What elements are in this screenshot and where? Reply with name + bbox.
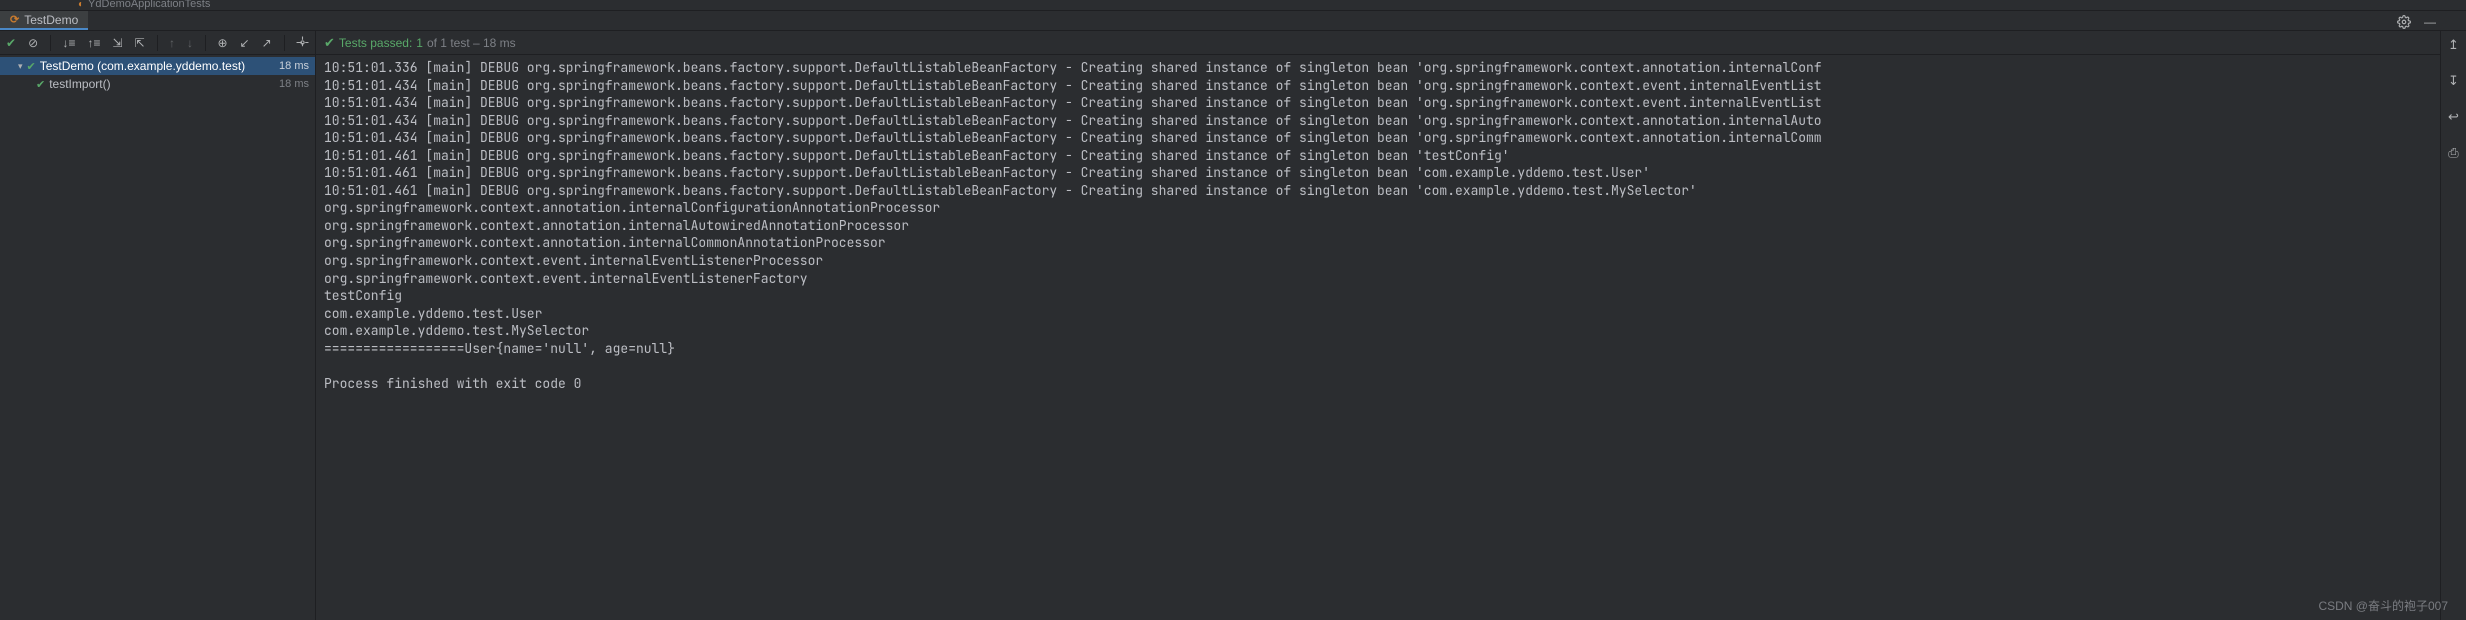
scroll-up-icon[interactable]: ↥ xyxy=(2448,37,2459,53)
chevron-down-icon: ▾ xyxy=(18,61,23,72)
console-output[interactable]: 10:51:01.336 [main] DEBUG org.springfram… xyxy=(316,55,2466,620)
next-icon[interactable]: ↓ xyxy=(187,35,193,51)
status-count: 1 xyxy=(416,36,423,50)
tool-tab-testdemo[interactable]: ⟳ TestDemo xyxy=(0,11,88,30)
soft-wrap-icon[interactable]: ↩ xyxy=(2448,109,2459,125)
show-passed-icon[interactable]: ✔ xyxy=(6,35,16,51)
test-tree: ▾ ✔ TestDemo (com.example.yddemo.test) 1… xyxy=(0,55,315,620)
watermark: CSDN @奋斗的袍子007 xyxy=(2318,597,2448,614)
editor-top-tab-bar: ◐ YdDemoApplicationTests xyxy=(0,0,2466,11)
console-header: ✔ Tests passed: 1 of 1 test – 18 ms xyxy=(316,31,2466,55)
settings-icon[interactable] xyxy=(296,35,309,51)
test-tree-panel: ✔ ⊘ ↓≡ ↑≡ ⇲ ⇱ ↑ ↓ ⊕ ↙ ↗ ▾ ✔ TestD xyxy=(0,31,316,620)
editor-top-tab[interactable]: ◐ YdDemoApplicationTests xyxy=(70,0,218,10)
collapse-all-icon[interactable]: ⇱ xyxy=(135,35,145,51)
prev-icon[interactable]: ↑ xyxy=(169,35,175,51)
check-icon: ✔ xyxy=(324,35,335,51)
test-class-label: TestDemo (com.example.yddemo.test) xyxy=(40,59,245,73)
sort-down-icon[interactable]: ↓≡ xyxy=(63,35,76,51)
sort-up-icon[interactable]: ↑≡ xyxy=(88,35,101,51)
top-tab-label: YdDemoApplicationTests xyxy=(88,0,210,10)
test-method-time: 18 ms xyxy=(279,78,309,90)
status-rest: of 1 test – 18 ms xyxy=(427,36,516,50)
test-toolbar: ✔ ⊘ ↓≡ ↑≡ ⇲ ⇱ ↑ ↓ ⊕ ↙ ↗ xyxy=(0,31,315,55)
minimize-icon[interactable]: — xyxy=(2422,14,2438,30)
check-icon: ✔ xyxy=(36,78,45,91)
tool-tab-label: TestDemo xyxy=(24,13,78,27)
test-method-row[interactable]: ✔ testImport() 18 ms xyxy=(0,75,315,93)
test-method-label: testImport() xyxy=(49,77,110,91)
tool-tab-bar: ⟳ TestDemo xyxy=(0,11,2466,31)
class-icon: ◐ xyxy=(78,0,84,10)
import-icon[interactable]: ↙ xyxy=(240,35,250,51)
run-tab-icon: ⟳ xyxy=(10,13,19,26)
export-icon[interactable]: ↗ xyxy=(262,35,272,51)
check-icon: ✔ xyxy=(27,60,36,73)
test-class-row[interactable]: ▾ ✔ TestDemo (com.example.yddemo.test) 1… xyxy=(0,57,315,75)
print-icon[interactable]: ⎙ xyxy=(2448,145,2458,161)
show-ignored-icon[interactable]: ⊘ xyxy=(28,35,38,51)
gear-icon[interactable] xyxy=(2396,14,2412,30)
scroll-down-icon[interactable]: ↧ xyxy=(2448,73,2459,89)
console-right-gutter: ↥ ↧ ↩ ⎙ xyxy=(2440,31,2466,620)
console-panel: ✔ Tests passed: 1 of 1 test – 18 ms 10:5… xyxy=(316,31,2466,620)
status-prefix: Tests passed: xyxy=(339,36,412,50)
test-history-icon[interactable]: ⊕ xyxy=(217,35,227,51)
test-class-time: 18 ms xyxy=(279,60,309,72)
expand-all-icon[interactable]: ⇲ xyxy=(113,35,123,51)
